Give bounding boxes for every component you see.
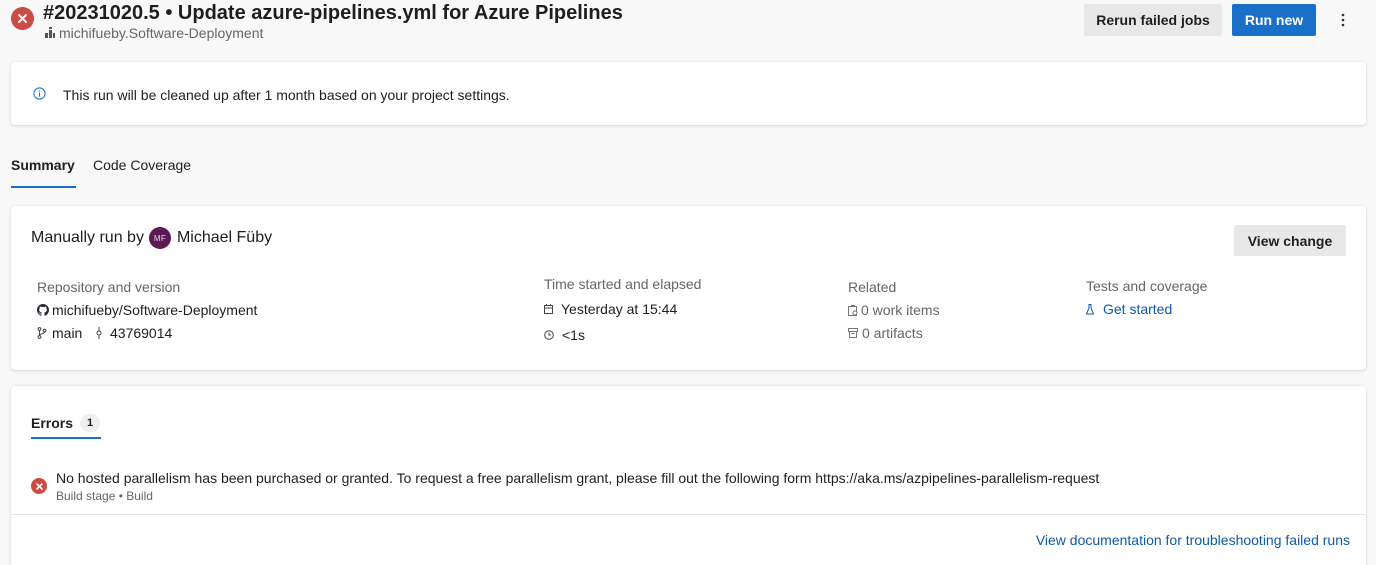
errors-tab-label: Errors (31, 415, 74, 431)
error-icon (31, 478, 47, 494)
pipeline-run-page: #20231020.5 • Update azure-pipelines.yml… (0, 0, 1376, 565)
commit-link[interactable]: 43769014 (96, 325, 172, 341)
error-count-badge: 1 (80, 414, 101, 432)
more-vertical-icon (1341, 13, 1345, 27)
project-name: michifueby.Software-Deployment (59, 25, 264, 41)
run-header: #20231020.5 • Update azure-pipelines.yml… (0, 0, 1376, 50)
artifacts-count: 0 artifacts (862, 325, 923, 341)
run-by-prefix: Manually run by (31, 229, 144, 246)
info-icon (33, 87, 46, 100)
branch-icon (37, 327, 47, 339)
errors-card: Errors 1 No hosted parallelism has been … (11, 386, 1366, 565)
related-heading: Related (848, 279, 897, 295)
active-tab-indicator (11, 186, 76, 188)
commit-id: 43769014 (110, 325, 173, 341)
run-by-line: Manually run by MF Michael Füby (31, 227, 272, 249)
elapsed-time-value: <1s (562, 327, 585, 343)
divider (11, 514, 1366, 515)
work-items-link[interactable]: 0 work items (848, 302, 940, 318)
rerun-failed-jobs-button[interactable]: Rerun failed jobs (1084, 4, 1222, 36)
artifacts-link[interactable]: 0 artifacts (848, 325, 923, 341)
run-title: #20231020.5 • Update azure-pipelines.yml… (43, 2, 623, 24)
artifact-icon (848, 328, 858, 338)
tests-heading: Tests and coverage (1086, 278, 1208, 294)
error-message[interactable]: No hosted parallelism has been purchased… (56, 470, 1099, 486)
run-subtitle[interactable]: michifueby.Software-Deployment (44, 25, 263, 41)
flask-icon (1086, 303, 1094, 314)
failed-status-icon (11, 7, 34, 30)
tab-code-coverage[interactable]: Code Coverage (93, 157, 191, 173)
retention-banner: This run will be cleaned up after 1 mont… (11, 62, 1366, 125)
run-by-name: Michael Füby (176, 229, 273, 246)
run-new-button[interactable]: Run new (1232, 4, 1316, 36)
more-actions-button[interactable] (1330, 6, 1356, 34)
troubleshooting-docs-link[interactable]: View documentation for troubleshooting f… (1036, 532, 1350, 548)
work-item-icon (848, 304, 858, 316)
commit-icon (96, 327, 102, 339)
started-time: Yesterday at 15:44 (544, 301, 677, 317)
calendar-icon (544, 304, 553, 314)
repo-link[interactable]: michifueby/Software-Deployment (37, 302, 257, 318)
repo-name: michifueby/Software-Deployment (52, 302, 258, 318)
tab-summary[interactable]: Summary (11, 157, 75, 173)
work-items-count: 0 work items (861, 302, 940, 318)
github-icon (37, 304, 49, 316)
summary-card: Manually run by MF Michael Füby View cha… (11, 206, 1366, 370)
get-started-link[interactable]: Get started (1086, 301, 1172, 317)
branch-name: main (52, 325, 83, 341)
time-heading: Time started and elapsed (544, 276, 702, 292)
started-time-value: Yesterday at 15:44 (561, 301, 678, 317)
pipeline-icon (45, 27, 55, 38)
elapsed-time: <1s (544, 327, 585, 343)
retention-text: This run will be cleaned up after 1 mont… (63, 87, 510, 103)
avatar[interactable]: MF (148, 227, 171, 249)
get-started-text: Get started (1103, 301, 1173, 317)
repo-heading: Repository and version (37, 279, 181, 295)
clock-icon (544, 330, 554, 340)
tab-errors[interactable]: Errors 1 (31, 414, 101, 432)
errors-tab-indicator (31, 437, 101, 439)
view-change-button[interactable]: View change (1234, 225, 1346, 256)
error-source: Build stage • Build (56, 489, 153, 503)
branch-link[interactable]: main (37, 325, 82, 341)
